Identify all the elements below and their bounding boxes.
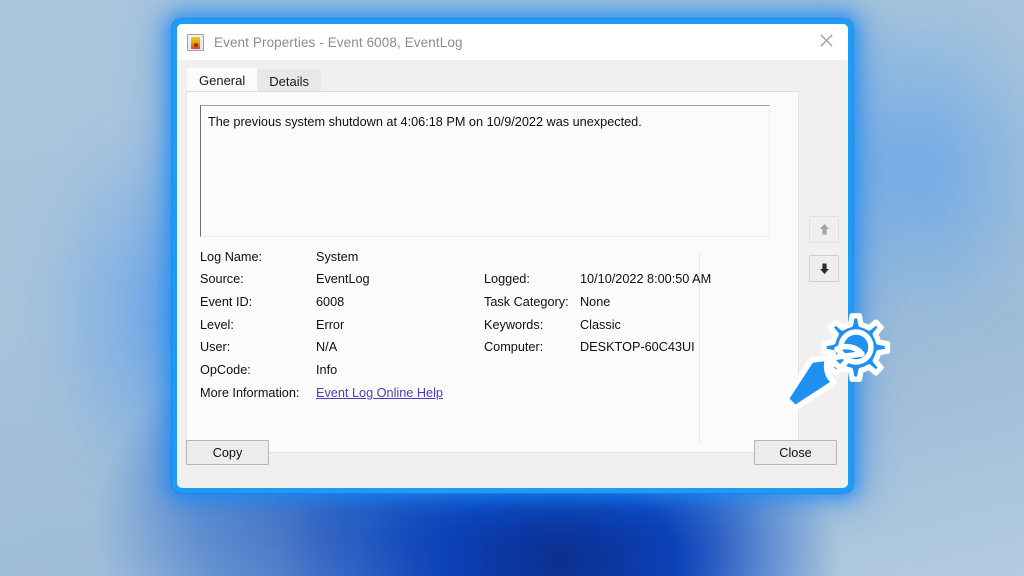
field-logged: Logged: 10/10/2022 8:00:50 AM [484, 272, 711, 286]
field-value-event-id: 6008 [316, 295, 345, 309]
copy-button[interactable]: Copy [186, 440, 269, 465]
close-icon[interactable] [804, 24, 848, 56]
event-properties-dialog: Event Properties - Event 6008, EventLog … [177, 24, 848, 488]
field-value-keywords: Classic [580, 318, 621, 332]
field-value-level: Error [316, 318, 345, 332]
title-bar: Event Properties - Event 6008, EventLog [177, 24, 848, 60]
field-value-user: N/A [316, 340, 338, 354]
arrow-down-icon [817, 261, 832, 276]
event-properties-dialog-frame: Event Properties - Event 6008, EventLog … [172, 19, 853, 493]
window-title: Event Properties - Event 6008, EventLog [214, 34, 463, 50]
field-user: User: N/A [200, 340, 337, 354]
field-label-user: User: [200, 340, 231, 354]
field-value-source: EventLog [316, 272, 370, 286]
field-label-task-category: Task Category: [484, 295, 569, 309]
general-tab-panel: The previous system shutdown at 4:06:18 … [186, 91, 799, 453]
field-label-level: Level: [200, 318, 234, 332]
arrow-up-icon [817, 222, 832, 237]
field-value-opcode: Info [316, 363, 338, 377]
tab-details[interactable]: Details [257, 69, 321, 92]
field-label-log-name: Log Name: [200, 250, 263, 264]
field-label-more-information: More Information: [200, 386, 300, 400]
event-fields: Log Name: System Source: EventLog Event … [200, 250, 792, 446]
tab-general[interactable]: General [187, 68, 258, 92]
event-log-online-help-link[interactable]: Event Log Online Help [316, 386, 443, 400]
field-label-keywords: Keywords: [484, 318, 544, 332]
event-properties-icon-glyph [191, 36, 200, 49]
event-navigation-buttons [809, 216, 841, 294]
event-description-text: The previous system shutdown at 4:06:18 … [208, 115, 642, 129]
field-event-id: Event ID: 6008 [200, 295, 344, 309]
field-value-computer: DESKTOP-60C43UI [580, 340, 695, 354]
field-value-logged: 10/10/2022 8:00:50 AM [580, 272, 712, 286]
event-properties-icon [187, 33, 204, 51]
field-label-opcode: OpCode: [200, 363, 251, 377]
field-value-log-name: System [316, 250, 359, 264]
field-opcode: OpCode: Info [200, 363, 337, 377]
field-source: Source: EventLog [200, 272, 370, 286]
field-label-source: Source: [200, 272, 244, 286]
field-computer: Computer: DESKTOP-60C43UI [484, 340, 695, 354]
field-label-computer: Computer: [484, 340, 544, 354]
field-label-logged: Logged: [484, 272, 530, 286]
field-value-task-category: None [580, 295, 611, 309]
close-button[interactable]: Close [754, 440, 837, 465]
previous-event-button[interactable] [809, 216, 839, 243]
event-description-box[interactable]: The previous system shutdown at 4:06:18 … [200, 105, 770, 237]
field-log-name: Log Name: System [200, 250, 358, 264]
next-event-button[interactable] [809, 255, 839, 282]
tab-strip: General Details [187, 68, 321, 92]
field-task-category: Task Category: None [484, 295, 610, 309]
field-label-event-id: Event ID: [200, 295, 253, 309]
field-more-information: More Information: Event Log Online Help [200, 386, 443, 400]
field-keywords: Keywords: Classic [484, 318, 621, 332]
dialog-footer: Copy Close [177, 428, 848, 488]
field-level: Level: Error [200, 318, 344, 332]
